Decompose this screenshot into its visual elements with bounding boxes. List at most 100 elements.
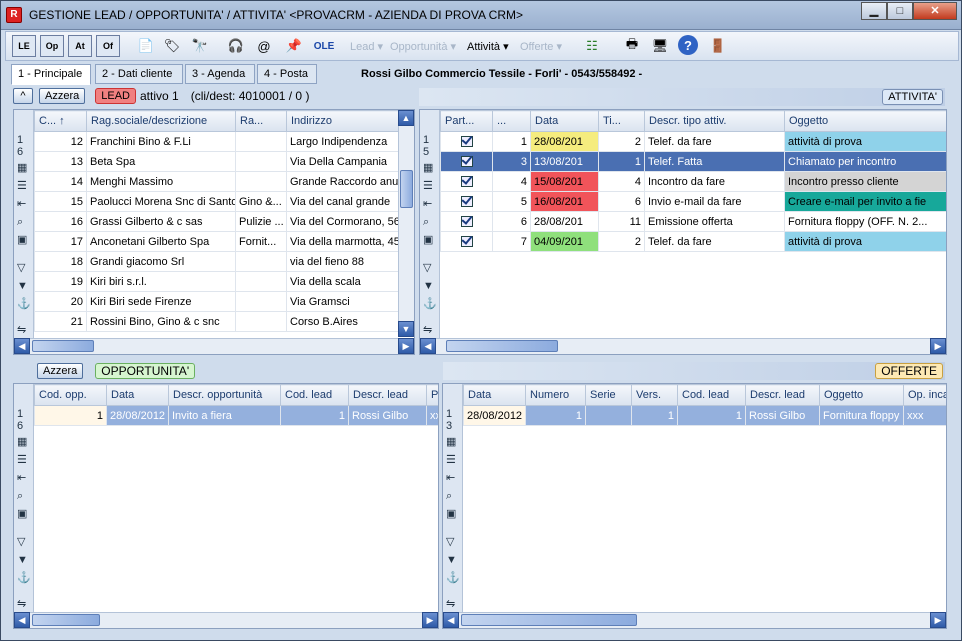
scroll-down-icon[interactable]: ▼ [398,321,414,337]
table-row[interactable]: 4 15/08/201 4 Incontro da fare Incontro pres… [440,171,946,192]
table-icon[interactable]: ▣ [446,508,456,520]
ole-icon[interactable]: OLE [312,35,336,57]
filter-clear-icon[interactable]: ▼ [423,280,434,292]
table-icon[interactable]: ▣ [17,234,27,246]
table-row[interactable]: 6 28/08/201 11 Emissione offerta Fornitura f… [440,211,946,232]
participant-checkbox[interactable] [460,175,473,187]
lead-hscroll-thumb[interactable] [32,340,94,352]
lead-vscroll-thumb[interactable] [400,170,413,208]
table-icon[interactable]: ▣ [423,234,433,246]
tag-icon[interactable]: 🏷 [160,35,184,57]
table-row[interactable]: 16 Grassi Gilberto & c sas Pulizie ... Via … [34,211,401,232]
import-icon[interactable]: ⇤ [17,472,26,484]
table-row[interactable]: 7 04/09/201 2 Telef. da fare attività di pro… [440,231,946,252]
attivita-col-tipo[interactable]: Ti... [598,110,645,132]
scroll-right-icon[interactable]: ▶ [422,612,438,628]
collapse-button[interactable]: ^ [13,88,33,104]
attivita-hscroll[interactable]: ◀ ▶ [420,338,946,354]
off-col-descr-lead[interactable]: Descr. lead [745,384,820,406]
opp-col-data[interactable]: Data [106,384,169,406]
off-col-oggetto[interactable]: Oggetto [819,384,904,406]
exit-icon[interactable]: 🚪 [706,35,730,57]
scroll-left-icon[interactable]: ◀ [443,612,459,628]
participant-checkbox[interactable] [460,215,473,227]
tab-agenda[interactable]: 3 - Agenda [185,64,255,84]
lead-azzera-button[interactable]: Azzera [39,88,86,104]
grid-icon[interactable]: ▦ [423,162,433,174]
opp-col-descr[interactable]: Descr. opportunità [168,384,281,406]
table-row[interactable]: 21 Rossini Bino, Gino & c snc Corso B.Aire… [34,311,401,332]
column-icon[interactable]: ⇋ [17,324,26,336]
anchor-icon[interactable]: ⚓ [17,572,31,584]
lead-col-ra[interactable]: Ra... [235,110,287,132]
menu-offerte[interactable]: Offerte ▾ [520,40,562,53]
attivita-col-part[interactable]: Part... [440,110,493,132]
anchor-icon[interactable]: ⚓ [17,298,31,310]
offerte-hscroll-thumb[interactable] [461,614,637,626]
maximize-button[interactable]: □ [887,2,913,20]
email-icon[interactable]: @ [252,35,276,57]
column-icon[interactable]: ⇋ [423,324,432,336]
opportunity-view-button[interactable]: Op [40,35,64,57]
attivita-col-data[interactable]: Data [530,110,599,132]
table-row[interactable]: 15 Paolucci Morena Snc di Santoli Gino &..… [34,191,401,212]
table-row[interactable]: 128/08/2012Invito a fiera1Rossi Gilboxx [34,405,438,426]
scroll-left-icon[interactable]: ◀ [420,338,436,354]
menu-lead[interactable]: Lead ▾ [350,40,383,53]
list-icon[interactable]: ☰ [17,180,27,192]
lead-view-button[interactable]: LE [12,35,36,57]
app-icon[interactable]: R [6,7,22,23]
column-icon[interactable]: ⇋ [17,598,26,610]
list-icon[interactable]: ☰ [17,454,27,466]
menu-opportunita[interactable]: Opportunità ▾ [390,40,456,53]
off-col-numero[interactable]: Numero [525,384,586,406]
scroll-right-icon[interactable]: ▶ [930,612,946,628]
monitor-icon[interactable]: 🖥 [648,35,672,57]
participant-checkbox[interactable] [460,135,473,147]
lead-hscroll[interactable]: ◀ ▶ [14,338,414,354]
new-document-icon[interactable]: 📄 [134,35,158,57]
column-icon[interactable]: ⇋ [446,598,455,610]
off-col-data[interactable]: Data [463,384,526,406]
opportunita-hscroll-thumb[interactable] [32,614,100,626]
filter-icon[interactable]: ▽ [17,262,25,274]
search-icon[interactable]: ⌕ [17,490,23,502]
opp-col-descr-lead[interactable]: Descr. lead [348,384,427,406]
filter-icon[interactable]: ▽ [446,536,454,548]
minimize-button[interactable]: ▁ [861,2,887,20]
offer-view-button[interactable]: Of [96,35,120,57]
opp-col-pr[interactable]: Pr [426,384,438,406]
grid-icon[interactable]: ▦ [17,436,27,448]
menu-attivita[interactable]: Attività ▾ [467,40,509,53]
search-icon[interactable]: ⌕ [446,490,452,502]
lead-vscroll[interactable]: ▲ ▼ [398,110,414,337]
import-icon[interactable]: ⇤ [423,198,432,210]
filter-clear-icon[interactable]: ▼ [17,554,28,566]
off-col-op-inca[interactable]: Op. inca [903,384,946,406]
pin-icon[interactable]: 📌 [282,35,306,57]
import-icon[interactable]: ⇤ [446,472,455,484]
table-row[interactable]: 20 Kiri Biri sede Firenze Via Gramsci [34,291,401,312]
table-row[interactable]: 1 28/08/201 2 Telef. da fare attività di pro… [440,131,946,152]
close-button[interactable]: ✕ [913,2,957,20]
attivita-col-oggetto[interactable]: Oggetto [784,110,946,132]
attivita-hscroll-thumb[interactable] [446,340,558,352]
tab-posta[interactable]: 4 - Posta [257,64,317,84]
opp-col-cod-lead[interactable]: Cod. lead [280,384,349,406]
headset-icon[interactable]: 🎧 [224,35,248,57]
anchor-icon[interactable]: ⚓ [423,298,437,310]
participant-checkbox[interactable] [460,235,473,247]
opp-col-cod[interactable]: Cod. opp. [34,384,107,406]
off-col-cod-lead[interactable]: Cod. lead [677,384,746,406]
tab-principale[interactable]: 1 - Principale [11,64,91,85]
scroll-up-icon[interactable]: ▲ [398,110,414,126]
anchor-icon[interactable]: ⚓ [446,572,460,584]
filter-clear-icon[interactable]: ▼ [17,280,28,292]
table-row[interactable]: 3 13/08/201 1 Telef. Fatta Chiamato per inco… [440,151,946,172]
scroll-left-icon[interactable]: ◀ [14,612,30,628]
table-row[interactable]: 18 Grandi giacomo Srl via del fieno 88 [34,251,401,272]
search-icon[interactable]: ⌕ [423,216,429,228]
activity-view-button[interactable]: At [68,35,92,57]
list-settings-icon[interactable]: ☷ [580,35,604,57]
search-icon[interactable]: ⌕ [17,216,23,228]
